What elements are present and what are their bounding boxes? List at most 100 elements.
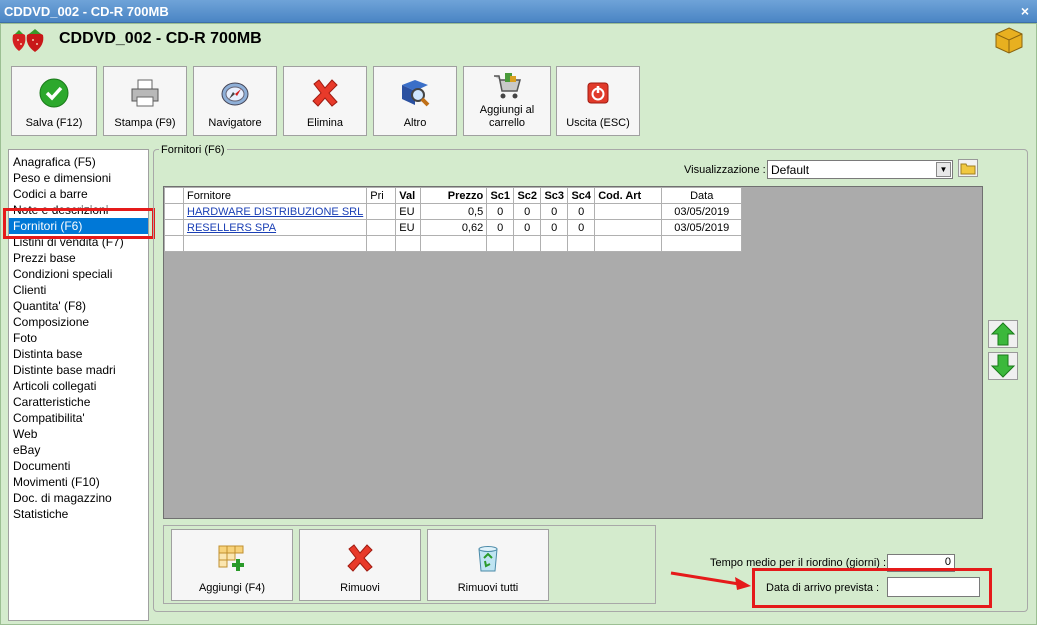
- cart-icon: [494, 73, 521, 99]
- cell-val[interactable]: EU: [395, 219, 422, 236]
- book-search-icon: [402, 80, 430, 107]
- col-cod-art[interactable]: Cod. Art: [594, 187, 663, 204]
- cell-fornitore[interactable]: HARDWARE DISTRIBUZIONE SRL: [182, 203, 368, 220]
- table-row[interactable]: RESELLERS SPA EU 0,62 0 0 0 0 03/05/2019: [164, 219, 743, 236]
- col-sc3[interactable]: Sc3: [540, 187, 569, 204]
- cell-fornitore[interactable]: RESELLERS SPA: [182, 219, 368, 236]
- print-button[interactable]: Stampa (F9): [103, 66, 187, 136]
- empty-cell[interactable]: [164, 235, 184, 252]
- exit-button[interactable]: Uscita (ESC): [556, 66, 640, 136]
- col-val[interactable]: Val: [395, 187, 422, 204]
- save-button[interactable]: Salva (F12): [11, 66, 97, 136]
- nav-item[interactable]: Web: [9, 426, 148, 442]
- nav-item[interactable]: eBay: [9, 442, 148, 458]
- cell-sc2[interactable]: 0: [513, 219, 542, 236]
- col-fornitore[interactable]: Fornitore: [182, 187, 368, 204]
- other-button[interactable]: Altro: [373, 66, 457, 136]
- cell-pri[interactable]: [366, 219, 397, 236]
- empty-cell[interactable]: [486, 235, 515, 252]
- delete-button[interactable]: Elimina: [283, 66, 367, 136]
- navigator-button[interactable]: Navigatore: [193, 66, 277, 136]
- nav-item[interactable]: Doc. di magazzino: [9, 490, 148, 506]
- cube-icon[interactable]: [994, 26, 1024, 54]
- nav-item[interactable]: Foto: [9, 330, 148, 346]
- cell-sc4[interactable]: 0: [567, 219, 596, 236]
- empty-cell[interactable]: [513, 235, 542, 252]
- empty-cell[interactable]: [661, 235, 743, 252]
- cell-sc4[interactable]: 0: [567, 203, 596, 220]
- table-header-row: Fornitore Pri Val Prezzo Sc1 Sc2 Sc3 Sc4…: [164, 187, 743, 204]
- remove-button[interactable]: Rimuovi: [299, 529, 421, 601]
- empty-cell[interactable]: [540, 235, 569, 252]
- empty-cell[interactable]: [567, 235, 596, 252]
- nav-item[interactable]: Compatibilita': [9, 410, 148, 426]
- nav-item[interactable]: Composizione: [9, 314, 148, 330]
- nav-item[interactable]: Clienti: [9, 282, 148, 298]
- empty-cell[interactable]: [395, 235, 422, 252]
- navigator-label: Navigatore: [208, 117, 262, 129]
- close-button[interactable]: ×: [1021, 3, 1029, 19]
- nav-item[interactable]: Distinte base madri: [9, 362, 148, 378]
- cell-data[interactable]: 03/05/2019: [661, 203, 743, 220]
- nav-item[interactable]: Peso e dimensioni: [9, 170, 148, 186]
- bottom-button-bar: Aggiungi (F4) Rimuovi Rimuovi tutti: [163, 525, 656, 604]
- title-bar: CDDVD_002 - CD-R 700MB ×: [0, 0, 1037, 23]
- nav-item[interactable]: Movimenti (F10): [9, 474, 148, 490]
- col-sc2[interactable]: Sc2: [513, 187, 542, 204]
- cell-sc2[interactable]: 0: [513, 203, 542, 220]
- row-selector[interactable]: [164, 203, 184, 220]
- move-up-button[interactable]: [988, 320, 1018, 348]
- nav-item[interactable]: Statistiche: [9, 506, 148, 522]
- cell-codart[interactable]: [594, 219, 663, 236]
- cell-pri[interactable]: [366, 203, 397, 220]
- red-x-icon: [312, 79, 338, 107]
- nav-item[interactable]: Codici a barre: [9, 186, 148, 202]
- cell-sc1[interactable]: 0: [486, 203, 515, 220]
- nav-item[interactable]: Distinta base: [9, 346, 148, 362]
- col-data[interactable]: Data: [661, 187, 743, 204]
- page-title: CDDVD_002 - CD-R 700MB: [59, 30, 262, 47]
- cell-sc1[interactable]: 0: [486, 219, 515, 236]
- col-sc1[interactable]: Sc1: [486, 187, 515, 204]
- nav-item[interactable]: Prezzi base: [9, 250, 148, 266]
- cell-prezzo[interactable]: 0,62: [420, 219, 488, 236]
- supplier-link[interactable]: RESELLERS SPA: [187, 222, 276, 234]
- col-pri[interactable]: Pri: [366, 187, 397, 204]
- cell-codart[interactable]: [594, 203, 663, 220]
- suppliers-table: Fornitore Pri Val Prezzo Sc1 Sc2 Sc3 Sc4…: [164, 187, 743, 252]
- nav-item[interactable]: Caratteristiche: [9, 394, 148, 410]
- cell-sc3[interactable]: 0: [540, 203, 569, 220]
- col-prezzo[interactable]: Prezzo: [420, 187, 488, 204]
- supplier-link[interactable]: HARDWARE DISTRIBUZIONE SRL: [187, 206, 363, 218]
- add-to-cart-label: Aggiungi al carrello: [479, 104, 535, 129]
- folder-icon[interactable]: [958, 159, 978, 177]
- cell-sc3[interactable]: 0: [540, 219, 569, 236]
- table-row[interactable]: HARDWARE DISTRIBUZIONE SRL EU 0,5 0 0 0 0 03/05…: [164, 203, 743, 220]
- grid-add-icon: [218, 545, 244, 571]
- power-icon: [587, 82, 609, 104]
- add-to-cart-button[interactable]: Aggiungi al carrello: [463, 66, 551, 136]
- nav-item[interactable]: Condizioni speciali: [9, 266, 148, 282]
- other-label: Altro: [403, 117, 427, 129]
- empty-row[interactable]: [164, 235, 743, 252]
- cell-data[interactable]: 03/05/2019: [661, 219, 743, 236]
- empty-cell[interactable]: [594, 235, 663, 252]
- dropdown-arrow-icon[interactable]: ▼: [936, 162, 951, 177]
- row-selector[interactable]: [164, 219, 184, 236]
- nav-item[interactable]: Documenti: [9, 458, 148, 474]
- empty-cell[interactable]: [182, 235, 368, 252]
- cell-prezzo[interactable]: 0,5: [420, 203, 488, 220]
- empty-cell[interactable]: [366, 235, 397, 252]
- nav-item[interactable]: Articoli collegati: [9, 378, 148, 394]
- annotation-arrow-icon: [670, 571, 751, 590]
- move-down-button[interactable]: [988, 352, 1018, 380]
- col-sc4[interactable]: Sc4: [567, 187, 596, 204]
- remove-all-button[interactable]: Rimuovi tutti: [427, 529, 549, 601]
- empty-cell[interactable]: [420, 235, 488, 252]
- nav-item[interactable]: Quantita' (F8): [9, 298, 148, 314]
- nav-item[interactable]: Anagrafica (F5): [9, 154, 148, 170]
- cell-val[interactable]: EU: [395, 203, 422, 220]
- row-selector-header: [164, 187, 184, 204]
- add-button[interactable]: Aggiungi (F4): [171, 529, 293, 601]
- view-select[interactable]: Default ▼: [767, 160, 953, 179]
